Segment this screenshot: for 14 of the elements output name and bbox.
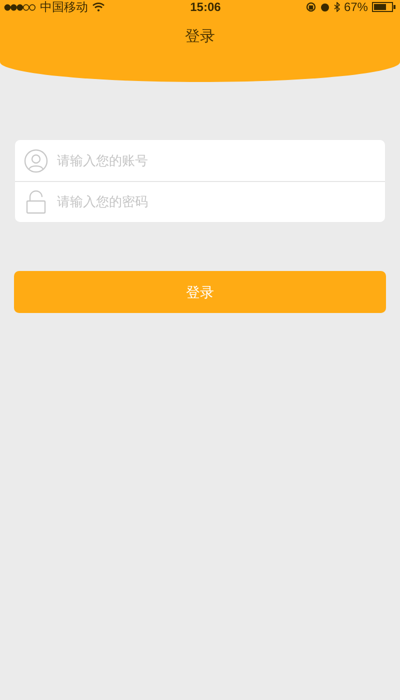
- status-time: 15:06: [190, 1, 221, 13]
- account-field[interactable]: 请输入您的账号: [57, 150, 376, 170]
- battery-icon: [372, 2, 396, 12]
- lock-icon: [26, 190, 46, 214]
- page-title: 登录: [185, 27, 215, 47]
- password-field[interactable]: 请输入您的密码: [57, 192, 376, 212]
- bluetooth-icon: [334, 2, 340, 12]
- carrier-name: 中国移动: [40, 1, 88, 13]
- user-icon: [24, 148, 48, 172]
- rotation-lock-icon: [306, 2, 316, 12]
- signal-icon: [4, 4, 36, 10]
- wifi-icon: [92, 2, 105, 12]
- login-button[interactable]: 登录: [14, 271, 386, 313]
- battery-percent: 67%: [344, 1, 368, 13]
